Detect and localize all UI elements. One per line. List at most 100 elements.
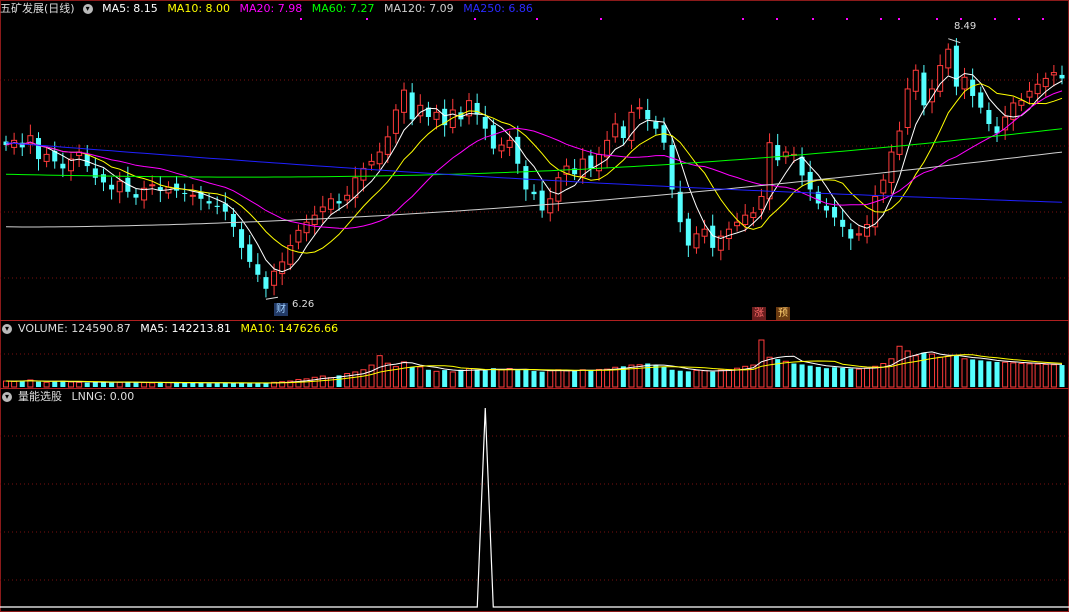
chevron-down-icon[interactable]: ▾: [82, 4, 93, 14]
candle-body: [523, 166, 529, 190]
candle-body: [109, 184, 115, 190]
volume-bar: [994, 361, 1000, 387]
candle-body: [368, 160, 375, 166]
forecast-tag[interactable]: 预: [776, 307, 790, 320]
volume-bar: [531, 371, 537, 387]
candle-body: [904, 88, 911, 129]
candle-body: [392, 109, 399, 134]
volume-bar: [474, 369, 480, 387]
volume-bar: [11, 380, 18, 388]
candle-body: [303, 221, 310, 234]
indicator-panel-header: ▾ 量能选股 LNNG: 0.00: [0, 389, 140, 405]
candle-body: [758, 195, 765, 210]
volume-bar: [165, 382, 172, 388]
candle-body: [970, 79, 976, 96]
volume-bar: [19, 380, 25, 387]
candle-body: [669, 145, 675, 190]
volume-bar: [1018, 363, 1025, 388]
volume-bar: [653, 365, 659, 387]
candle-body: [547, 198, 554, 214]
volume-panel-header: ▾ VOLUME: 124590.87 MA5: 142213.81 MA10: …: [0, 321, 344, 337]
vol-ma5-label: MA5: 142213.81: [140, 322, 231, 335]
volume-bar: [458, 369, 464, 387]
candle-body: [1042, 77, 1049, 88]
signal-dot: [812, 18, 814, 20]
volume-bar: [855, 368, 862, 388]
candle-body: [855, 233, 862, 236]
volume-bar: [506, 368, 513, 388]
limit-up-tag[interactable]: 涨: [752, 307, 766, 320]
volume-bar: [815, 366, 821, 387]
volume-bar: [319, 375, 326, 388]
chevron-down-icon[interactable]: ▾: [2, 324, 12, 334]
candle-body: [344, 194, 351, 201]
candle-body: [945, 48, 952, 69]
candle-body: [701, 228, 708, 237]
price-panel-header: 五矿发展(日线) ▾ MA5: 8.15 MA10: 8.00 MA20: 7.9…: [0, 1, 539, 17]
candle-body: [880, 179, 887, 194]
volume-bar: [782, 360, 789, 388]
candle-body: [896, 130, 903, 155]
candle-body: [588, 155, 594, 169]
candle-body: [1018, 100, 1025, 106]
volume-bar: [433, 370, 440, 388]
candle-body: [515, 136, 521, 164]
volume-bar: [125, 381, 131, 387]
volume-bar: [588, 370, 594, 387]
volume-bar: [937, 356, 944, 388]
stock-chart: [0, 0, 1069, 612]
volume-bar: [523, 369, 529, 387]
candle-body: [384, 136, 391, 155]
volume-bar: [1026, 363, 1033, 388]
signal-dot: [994, 18, 996, 20]
volume-bar: [1050, 364, 1057, 388]
signal-dot: [846, 18, 848, 20]
signal-dot: [600, 18, 602, 20]
finance-tag[interactable]: 财: [274, 303, 288, 316]
candle-body: [1034, 83, 1041, 95]
volume-bar: [823, 368, 829, 387]
volume-bar: [912, 355, 919, 388]
volume-bar: [701, 370, 708, 388]
candle-body: [482, 116, 488, 129]
candle-body: [677, 191, 683, 223]
candle-body: [750, 212, 757, 218]
candle-body: [742, 214, 749, 226]
volume-bar: [921, 352, 927, 387]
lnng-label: LNNG: 0.00: [71, 390, 135, 403]
candle-body: [604, 139, 611, 158]
candle-body: [230, 213, 236, 227]
candle-body: [35, 138, 42, 160]
chevron-down-icon[interactable]: ▾: [2, 392, 12, 402]
candle-body: [1059, 74, 1065, 79]
volume-bar: [295, 378, 302, 388]
candle-body: [433, 111, 440, 120]
volume-bar: [555, 369, 562, 388]
candle-body: [685, 218, 691, 246]
volume-bar: [888, 358, 895, 388]
signal-dot: [776, 18, 778, 20]
candle-body: [336, 201, 342, 204]
candle-body: [498, 144, 505, 152]
candle-body: [823, 205, 829, 211]
volume-bar: [449, 371, 456, 388]
volume-bar: [848, 368, 854, 387]
candle-body: [986, 109, 992, 125]
volume-bar: [579, 369, 586, 388]
volume-bar: [116, 381, 123, 388]
candle-body: [263, 277, 269, 289]
candle-body: [734, 221, 741, 227]
volume-bar: [677, 370, 683, 387]
candle-body: [653, 121, 659, 129]
volume-bar: [547, 370, 554, 388]
volume-bar: [539, 371, 545, 387]
volume-bar: [368, 364, 375, 388]
candle-body: [725, 228, 732, 240]
candle-body: [620, 126, 626, 139]
volume-bar: [182, 382, 188, 387]
high-marker: [948, 38, 961, 44]
volume-bar: [734, 367, 741, 388]
volume-bar: [67, 381, 75, 388]
volume-bar: [401, 361, 408, 388]
volume-bar: [693, 369, 700, 388]
